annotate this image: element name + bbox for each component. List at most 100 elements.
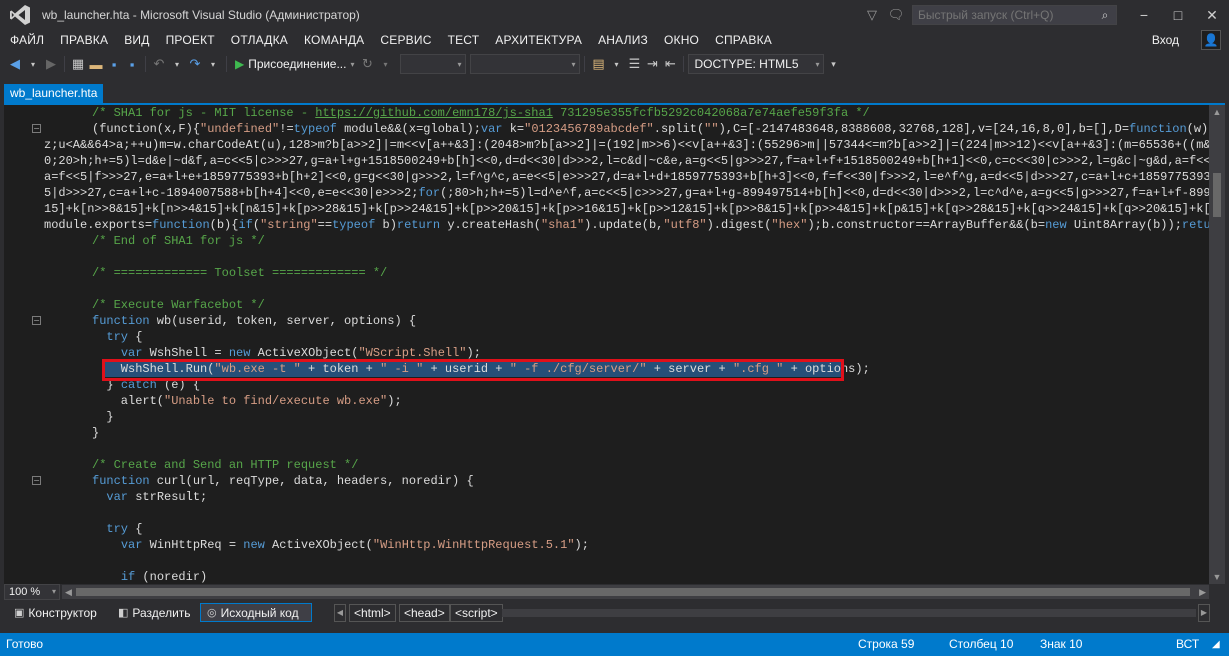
dropdown-arrow-icon[interactable]: ▾: [168, 53, 186, 75]
code-line[interactable]: a=f<<5|f>>>27,e=a+l+e+1859775393+b[h+2]<…: [44, 169, 1209, 185]
code-line[interactable]: /* Execute Warfacebot */: [44, 297, 1209, 313]
code-line[interactable]: [44, 249, 1209, 265]
code-line[interactable]: var WinHttpReq = new ActiveXObject("WinH…: [44, 537, 1209, 553]
code-line[interactable]: [44, 505, 1209, 521]
close-button[interactable]: ✕: [1195, 0, 1229, 30]
scroll-right-icon[interactable]: ▶: [1199, 585, 1206, 599]
menu-edit[interactable]: ПРАВКА: [52, 30, 116, 50]
code-line[interactable]: 5|d>>>27,c=a+l+c-1894007588+b[h+4]<<0,e=…: [44, 185, 1209, 201]
horizontal-scrollbar[interactable]: ◀ ▶: [62, 585, 1209, 599]
breadcrumb-left-icon[interactable]: ◀: [334, 604, 346, 622]
dropdown-arrow-icon[interactable]: ▾: [607, 53, 625, 75]
code-line[interactable]: − function wb(userid, token, server, opti…: [32, 313, 1209, 329]
open-folder-icon[interactable]: ▬: [87, 53, 105, 75]
menu-test[interactable]: ТЕСТ: [440, 30, 488, 50]
horizontal-scroll-thumb[interactable]: [76, 588, 1190, 596]
code-line[interactable]: }: [44, 409, 1209, 425]
code-line[interactable]: − (function(x,F){"undefined"!=typeof modu…: [32, 121, 1209, 137]
scroll-down-icon[interactable]: ▼: [1209, 572, 1225, 582]
breadcrumb-head[interactable]: <head>: [399, 604, 450, 622]
code-token: (: [252, 218, 261, 232]
scroll-left-icon[interactable]: ◀: [65, 585, 72, 599]
maximize-button[interactable]: □: [1161, 0, 1195, 30]
zoom-combo[interactable]: 100 % ▾: [4, 584, 60, 600]
code-lines[interactable]: /* SHA1 for js - MIT license - https://g…: [32, 105, 1209, 584]
vertical-scroll-thumb[interactable]: [1213, 173, 1221, 217]
dropdown-arrow-icon[interactable]: ▾: [376, 53, 394, 75]
new-project-icon[interactable]: ▦: [69, 53, 87, 75]
code-line[interactable]: /* End of SHA1 for js */: [44, 233, 1209, 249]
doctype-value: DOCTYPE: HTML5: [694, 57, 799, 71]
code-line[interactable]: − function curl(url, reqType, data, heade…: [32, 473, 1209, 489]
code-line[interactable]: z;u<A&&64>a;++u)m=w.charCodeAt(u),128>m?…: [44, 137, 1209, 153]
design-view-button[interactable]: ▣ Конструктор: [8, 603, 103, 622]
dropdown-arrow-icon[interactable]: ▾: [24, 53, 42, 75]
vertical-scrollbar[interactable]: ▲ ▼: [1209, 105, 1225, 584]
menu-team[interactable]: КОМАНДА: [296, 30, 372, 50]
menu-file[interactable]: ФАЙЛ: [0, 30, 52, 50]
menu-analyze[interactable]: АНАЛИЗ: [590, 30, 656, 50]
user-avatar-icon[interactable]: 👤: [1201, 30, 1221, 50]
solution-config-combo[interactable]: ▾: [400, 54, 467, 74]
forward-icon[interactable]: ▶: [42, 53, 60, 75]
toolbar-separator: [683, 56, 685, 72]
source-view-button[interactable]: ◎ Исходный код: [200, 603, 312, 622]
menu-tools[interactable]: СЕРВИС: [372, 30, 439, 50]
code-line[interactable]: /* SHA1 for js - MIT license - https://g…: [44, 105, 1209, 121]
collapse-region-icon[interactable]: −: [32, 476, 41, 485]
save-all-icon[interactable]: ▪: [123, 53, 141, 75]
code-line[interactable]: alert("Unable to find/execute wb.exe");: [44, 393, 1209, 409]
menu-window[interactable]: ОКНО: [656, 30, 707, 50]
scroll-up-icon[interactable]: ▲: [1209, 107, 1225, 117]
code-line[interactable]: [44, 553, 1209, 569]
code-line[interactable]: [44, 441, 1209, 457]
menu-help[interactable]: СПРАВКА: [707, 30, 780, 50]
minimize-button[interactable]: −: [1127, 0, 1161, 30]
collapse-region-icon[interactable]: −: [32, 316, 41, 325]
dropdown-arrow-icon[interactable]: ▾: [204, 53, 222, 75]
breadcrumb-script[interactable]: <script>: [450, 604, 503, 622]
menu-debug[interactable]: ОТЛАДКА: [223, 30, 296, 50]
code-line[interactable]: 0;20>h;h+=5)l=d&e|~d&f,a=c<<5|c>>>27,g=a…: [44, 153, 1209, 169]
find-in-files-icon[interactable]: ▤: [589, 53, 607, 75]
solution-platform-combo[interactable]: ▾: [470, 54, 581, 74]
code-editor[interactable]: /* SHA1 for js - MIT license - https://g…: [4, 105, 1209, 584]
menu-architecture[interactable]: АРХИТЕКТУРА: [487, 30, 590, 50]
redo-icon[interactable]: ↷: [186, 53, 204, 75]
back-icon[interactable]: ◀: [6, 53, 24, 75]
code-line[interactable]: try {: [44, 329, 1209, 345]
code-line[interactable]: }: [44, 425, 1209, 441]
resize-grip-icon[interactable]: ◢: [1212, 633, 1220, 656]
collapse-region-icon[interactable]: −: [32, 124, 41, 133]
doctype-combo[interactable]: DOCTYPE: HTML5 ▾: [688, 54, 825, 74]
filter-icon[interactable]: ▽: [860, 5, 884, 25]
outdent-icon[interactable]: ⇤: [661, 53, 679, 75]
indent-icon[interactable]: ⇥: [643, 53, 661, 75]
code-line[interactable]: module.exports=function(b){if("string"==…: [44, 217, 1209, 233]
code-line[interactable]: var strResult;: [44, 489, 1209, 505]
refresh-icon[interactable]: ↻: [358, 53, 376, 75]
quick-launch-input[interactable]: [913, 6, 1094, 24]
tab-wb-launcher[interactable]: wb_launcher.hta: [4, 84, 104, 103]
code-line[interactable]: /* Create and Send an HTTP request */: [44, 457, 1209, 473]
undo-icon[interactable]: ↶: [150, 53, 168, 75]
code-token: if: [120, 570, 136, 584]
code-line[interactable]: /* ============= Toolset ============= *…: [44, 265, 1209, 281]
format-document-icon[interactable]: ☰: [625, 53, 643, 75]
code-line[interactable]: 15]+k[n>>8&15]+k[n>>4&15]+k[n&15]+k[p>>2…: [44, 201, 1209, 217]
toolbar-overflow-icon[interactable]: ▾: [824, 53, 842, 75]
save-icon[interactable]: ▪: [105, 53, 123, 75]
breadcrumb-right-icon[interactable]: ▶: [1198, 604, 1210, 622]
sign-in-link[interactable]: Вход: [1152, 30, 1179, 50]
split-view-button[interactable]: ◧ Разделить: [112, 603, 197, 622]
search-icon[interactable]: ⌕: [1094, 8, 1116, 23]
feedback-icon[interactable]: 🗨: [884, 5, 908, 25]
menu-project[interactable]: ПРОЕКТ: [158, 30, 223, 50]
code-line[interactable]: try {: [44, 521, 1209, 537]
menu-view[interactable]: ВИД: [116, 30, 157, 50]
breadcrumb-html[interactable]: <html>: [349, 604, 396, 622]
attach-button[interactable]: ▶ Присоединение... ▾: [231, 57, 358, 71]
code-line[interactable]: [44, 281, 1209, 297]
code-line[interactable]: if (noredir): [44, 569, 1209, 584]
quick-launch-box[interactable]: ⌕: [912, 5, 1117, 25]
